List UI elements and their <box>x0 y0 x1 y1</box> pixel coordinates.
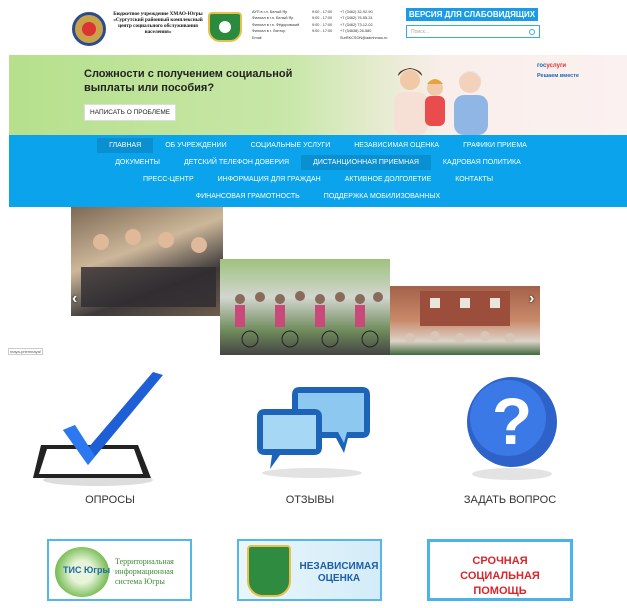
nav-item-hr-policy[interactable]: КАДРОВАЯ ПОЛИТИКА <box>431 155 533 170</box>
reviews-label[interactable]: ОТЗЫВЫ <box>240 494 380 506</box>
nav-item-social-services[interactable]: СОЦИАЛЬНЫЕ УСЛУГИ <box>239 138 343 153</box>
slide-photo <box>390 286 540 355</box>
slide-photo <box>220 259 390 355</box>
independent-assessment-card[interactable]: НЕЗАВИСИМАЯ ОЦЕНКА <box>237 539 382 601</box>
nav-row: ГЛАВНАЯ ОБ УЧРЕЖДЕНИИ СОЦИАЛЬНЫЕ УСЛУГИ … <box>9 138 627 153</box>
question-icon[interactable]: ? <box>462 372 562 482</box>
nav-row: ФИНАНСОВАЯ ГРАМОТНОСТЬ ПОДДЕРЖКА МОБИЛИЗ… <box>9 189 627 204</box>
banner-headline: Сложности с получением социальной выплат… <box>84 68 293 94</box>
email-link[interactable]: SurRKCSON@admhmao.ru <box>340 35 387 41</box>
report-problem-button[interactable]: НАПИСАТЬ О ПРОБЛЕМЕ <box>84 104 177 121</box>
tis-logo-icon: ТИС Югры <box>55 547 111 597</box>
urgent-help-text: СРОЧНАЯ СОЦИАЛЬНАЯ ПОМОЩЬ <box>460 555 540 597</box>
chevron-right-icon[interactable]: › <box>529 290 534 308</box>
nav-item-financial-literacy[interactable]: ФИНАНСОВАЯ ГРАМОТНОСТЬ <box>184 189 312 204</box>
gosuslugi-logo[interactable]: госуслуги <box>537 63 566 69</box>
chevron-left-icon[interactable]: ‹ <box>72 290 77 308</box>
nav-item-remote-reception[interactable]: ДИСТАНЦИОННАЯ ПРИЕМНАЯ <box>301 155 431 170</box>
nav-row: ПРЕСС-ЦЕНТР ИНФОРМАЦИЯ ДЛЯ ГРАЖДАН АКТИВ… <box>9 172 627 187</box>
tis-yugra-card[interactable]: ТИС Югры Территориальная информационная … <box>47 539 192 601</box>
nav-item-documents[interactable]: ДОКУМЕНТЫ <box>103 155 172 170</box>
nav-item-schedules[interactable]: ГРАФИКИ ПРИЕМА <box>451 138 539 153</box>
gosuslugi-slogan: Решаем вместе <box>537 73 579 79</box>
surveys-label[interactable]: ОПРОСЫ <box>40 494 180 506</box>
low-vision-button[interactable]: ВЕРСИЯ ДЛЯ СЛАБОВИДЯЩИХ <box>406 8 538 21</box>
nav-item-citizen-info[interactable]: ИНФОРМАЦИЯ ДЛЯ ГРАЖДАН <box>206 172 333 187</box>
tis-card-text: Территориальная информационная система Ю… <box>115 557 174 586</box>
organization-logo[interactable] <box>72 12 106 46</box>
nav-item-independent-assessment[interactable]: НЕЗАВИСИМАЯ ОЦЕНКА <box>342 138 451 153</box>
urgent-social-help-card[interactable]: СРОЧНАЯ СОЦИАЛЬНАЯ ПОМОЩЬ <box>427 539 573 601</box>
group-photo-icon <box>81 229 216 307</box>
group-photo-icon <box>235 291 383 348</box>
speech-bubbles-icon[interactable] <box>252 385 372 480</box>
search-placeholder: Поиск... <box>411 28 430 35</box>
contacts-block: АУП в г.п. Белый Яр 9:00 - 17:00 +7 (3462)… <box>252 9 388 41</box>
nav-item-press-center[interactable]: ПРЕСС-ЦЕНТР <box>131 172 206 187</box>
svg-text:?: ? <box>492 384 532 458</box>
family-illustration <box>394 68 488 135</box>
image-alt-text: maya-priemnaya/ <box>8 348 43 355</box>
nav-item-contacts[interactable]: КОНТАКТЫ <box>443 172 505 187</box>
nav-item-mobilized-support[interactable]: ПОДДЕРЖКА МОБИЛИЗОВАННЫХ <box>312 189 452 204</box>
contact-row: Email SurRKCSON@admhmao.ru <box>252 35 388 41</box>
search-icon[interactable] <box>529 28 535 35</box>
main-navigation: ГЛАВНАЯ ОБ УЧРЕЖДЕНИИ СОЦИАЛЬНЫЕ УСЛУГИ … <box>9 135 627 207</box>
organization-name: Бюджетное учреждение ХМАО-Югры «Сургутск… <box>113 11 203 35</box>
checkmark-icon[interactable] <box>33 370 168 490</box>
independent-assessment-text: НЕЗАВИСИМАЯ ОЦЕНКА <box>299 561 379 584</box>
ask-question-label[interactable]: ЗАДАТЬ ВОПРОС <box>440 494 580 506</box>
tis-logo-badge: ТИС Югры <box>63 565 111 575</box>
nav-item-home[interactable]: ГЛАВНАЯ <box>97 138 154 153</box>
coat-of-arms-icon <box>247 545 291 597</box>
nav-row: ДОКУМЕНТЫ ДЕТСКИЙ ТЕЛЕФОН ДОВЕРИЯ ДИСТАН… <box>9 155 627 170</box>
search-input[interactable]: Поиск... <box>406 25 540 38</box>
group-photo-icon <box>405 291 515 343</box>
nav-item-about[interactable]: ОБ УЧРЕЖДЕНИИ <box>153 138 238 153</box>
nav-item-active-longevity[interactable]: АКТИВНОЕ ДОЛГОЛЕТИЕ <box>333 172 444 187</box>
slide-photo <box>71 207 223 316</box>
coat-of-arms-icon <box>208 12 242 42</box>
nav-item-child-helpline[interactable]: ДЕТСКИЙ ТЕЛЕФОН ДОВЕРИЯ <box>172 155 301 170</box>
